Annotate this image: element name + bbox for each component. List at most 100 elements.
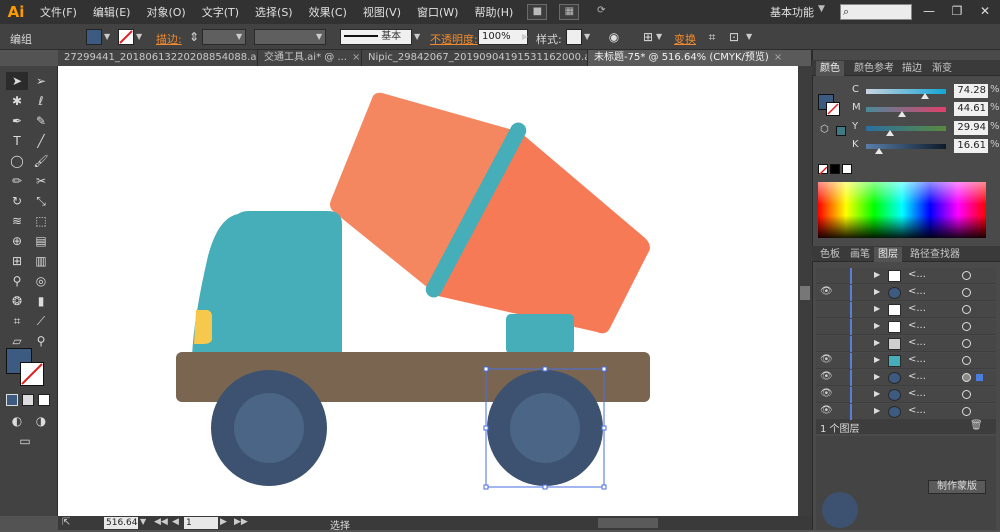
horizontal-scrollbar-thumb[interactable]	[598, 518, 658, 528]
warp-tool-icon[interactable]: ≋	[6, 212, 28, 230]
chevron-down-icon[interactable]: ▼	[104, 32, 110, 41]
front-wheel[interactable]	[211, 370, 327, 486]
layer-name[interactable]: <...	[908, 286, 926, 297]
rear-wheel[interactable]	[487, 370, 603, 486]
yellow-track[interactable]	[866, 126, 946, 131]
minimize-button[interactable]: —	[918, 2, 940, 20]
panel-stroke-swatch[interactable]	[826, 102, 840, 116]
gradient-mode-icon[interactable]	[22, 394, 34, 406]
gpu-icon[interactable]: ⟳	[591, 4, 611, 20]
layer-name[interactable]: <...	[908, 320, 926, 331]
menu-select[interactable]: 选择(S)	[247, 4, 301, 20]
layer-row-selected[interactable]: 👁 ▶ <...	[816, 370, 996, 386]
brush-definition-field[interactable]: 基本	[340, 29, 412, 45]
transform-label[interactable]: 变换	[674, 31, 696, 47]
expand-triangle-icon[interactable]: ▶	[874, 355, 880, 364]
target-icon[interactable]	[962, 407, 971, 416]
target-icon[interactable]	[962, 339, 971, 348]
cyan-track[interactable]	[866, 89, 946, 94]
tab-pathfinder[interactable]: 路径查找器	[906, 247, 964, 262]
chevron-down-icon[interactable]: ▼	[818, 4, 825, 14]
expand-triangle-icon[interactable]: ▶	[874, 304, 880, 313]
layer-row[interactable]: 👁 ▶ <...	[816, 285, 996, 301]
scrollbar-thumb[interactable]	[800, 286, 810, 300]
layer-name[interactable]: <...	[908, 388, 926, 399]
close-button[interactable]: ✕	[974, 2, 996, 20]
magenta-value[interactable]: 44.61	[954, 102, 988, 116]
out-of-gamut-icon[interactable]: ⬡	[820, 124, 829, 135]
yellow-value[interactable]: 29.94	[954, 121, 988, 135]
visibility-icon[interactable]: 👁	[820, 388, 833, 399]
magenta-slider-row[interactable]: M 44.61 %	[852, 102, 1000, 118]
layer-name[interactable]: <...	[908, 269, 926, 280]
eyedropper-tool-icon[interactable]: ⚲	[6, 272, 28, 290]
symbol-sprayer-tool-icon[interactable]: ❂	[6, 292, 28, 310]
page-field[interactable]: 1	[184, 517, 218, 529]
opacity-field[interactable]: 100%	[478, 29, 528, 45]
tab-stroke[interactable]: 描边	[898, 61, 926, 76]
stroke-color-box[interactable]	[20, 362, 44, 386]
visibility-icon[interactable]: 👁	[820, 371, 833, 382]
black-swatch[interactable]	[830, 164, 840, 174]
none-mode-icon[interactable]	[38, 394, 50, 406]
target-icon[interactable]	[962, 373, 971, 382]
layer-row[interactable]: ▶ <...	[816, 268, 996, 284]
headlight[interactable]	[194, 310, 212, 344]
layer-name[interactable]: <...	[908, 371, 926, 382]
expand-triangle-icon[interactable]: ▶	[874, 389, 880, 398]
pencil-tool-icon[interactable]: ✏	[6, 172, 28, 190]
stroke-label[interactable]: 描边:	[156, 31, 182, 47]
tab-document-1[interactable]: 27299441_20180613220208854088.ai* @ ...×	[58, 50, 258, 66]
search-input[interactable]	[840, 4, 912, 20]
graph-tool-icon[interactable]: ▮	[30, 292, 52, 310]
bridge-icon[interactable]: ■	[527, 4, 548, 20]
color-mode-icon[interactable]	[6, 394, 18, 406]
expand-triangle-icon[interactable]: ▶	[874, 338, 880, 347]
scissors-tool-icon[interactable]: ✂	[30, 172, 52, 190]
chevron-right-icon[interactable]: ▶	[522, 32, 528, 41]
zoom-tool-icon[interactable]: ⚲	[30, 332, 52, 350]
target-icon[interactable]	[962, 305, 971, 314]
chevron-down-icon[interactable]: ▼	[414, 32, 420, 41]
layer-row[interactable]: 👁 ▶ <...	[816, 387, 996, 403]
type-tool-icon[interactable]: T	[6, 132, 28, 150]
slice-tool-icon[interactable]: ⟋	[30, 312, 52, 330]
restore-button[interactable]: ❐	[946, 2, 968, 20]
menu-view[interactable]: 视图(V)	[355, 4, 409, 20]
lasso-tool-icon[interactable]: ℓ	[30, 92, 52, 110]
target-icon[interactable]	[962, 271, 971, 280]
selection-indicator[interactable]	[976, 374, 983, 381]
layer-name[interactable]: <...	[908, 303, 926, 314]
graphic-style-swatch[interactable]	[566, 29, 582, 45]
black-thumb[interactable]	[875, 148, 884, 154]
magenta-track[interactable]	[866, 107, 946, 112]
drum-support[interactable]	[506, 314, 574, 354]
gamut-color-swatch[interactable]	[836, 126, 846, 136]
free-transform-tool-icon[interactable]: ⬚	[30, 212, 52, 230]
tab-layers[interactable]: 图层	[874, 247, 902, 262]
tab-gradient[interactable]: 渐变	[928, 61, 956, 76]
first-page-icon[interactable]: ◀◀	[154, 517, 168, 527]
visibility-icon[interactable]: 👁	[820, 286, 833, 297]
opacity-label[interactable]: 不透明度:	[430, 31, 478, 47]
close-icon[interactable]: ×	[352, 52, 360, 63]
perspective-grid-tool-icon[interactable]: ▤	[30, 232, 52, 250]
yellow-thumb[interactable]	[885, 130, 894, 136]
stroke-swatch[interactable]	[118, 29, 134, 45]
chevron-down-icon[interactable]: ▼	[140, 517, 146, 526]
mesh-tool-icon[interactable]: ⊞	[6, 252, 28, 270]
target-icon[interactable]	[962, 390, 971, 399]
chevron-down-icon[interactable]: ▼	[316, 32, 322, 41]
artboard-nav-icon[interactable]: ⇱	[62, 517, 70, 528]
tab-document-active[interactable]: 未标题-75* @ 516.64% (CMYK/预览) ×	[588, 50, 812, 66]
target-icon[interactable]	[962, 322, 971, 331]
layer-name[interactable]: <...	[908, 405, 926, 416]
chevron-down-icon[interactable]: ▼	[584, 32, 590, 41]
blend-tool-icon[interactable]: ◎	[30, 272, 52, 290]
shape-builder-tool-icon[interactable]: ⊕	[6, 232, 28, 250]
menu-edit[interactable]: 编辑(E)	[85, 4, 139, 20]
expand-triangle-icon[interactable]: ▶	[874, 406, 880, 415]
recolor-icon[interactable]: ◉	[606, 30, 622, 44]
gradient-tool-icon[interactable]: ▥	[30, 252, 52, 270]
expand-triangle-icon[interactable]: ▶	[874, 372, 880, 381]
